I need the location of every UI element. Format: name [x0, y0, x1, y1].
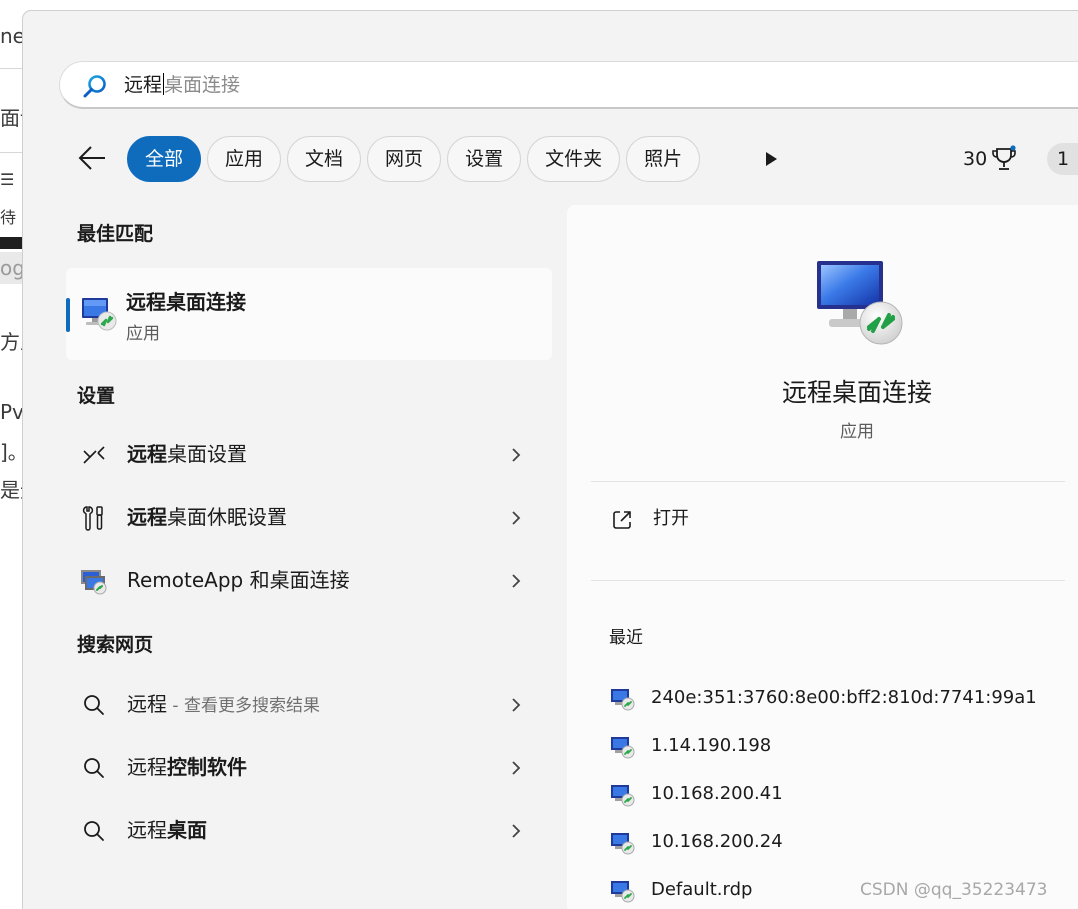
result-text: 远程: [127, 755, 167, 779]
best-match-item[interactable]: 远程桌面连接 应用: [66, 268, 552, 360]
trophy-icon[interactable]: [991, 145, 1017, 173]
match-highlight: 远程: [127, 442, 167, 466]
result-text: 桌面设置: [167, 442, 247, 466]
settings-result-item[interactable]: 远程桌面休眠设置: [66, 488, 552, 548]
chevron-right-icon: [512, 511, 521, 525]
rdp-file-icon: [611, 737, 635, 759]
open-label: 打开: [653, 508, 689, 529]
settings-heading: 设置: [77, 385, 116, 407]
recent-connection-label: 10.168.200.24: [651, 831, 783, 852]
tools-icon: [82, 506, 103, 531]
result-hint: - 查看更多搜索结果: [167, 696, 320, 716]
chevron-right-icon: [512, 574, 521, 588]
web-result-label: 远程控制软件: [127, 752, 247, 784]
filter-documents[interactable]: 文档: [287, 136, 362, 182]
recent-connection-label: Default.rdp: [651, 879, 753, 900]
recent-connection-item[interactable]: 10.168.200.41: [597, 775, 1057, 815]
recent-connection-item[interactable]: 240e:351:3760:8e00:bff2:810d:7741:99a1: [597, 679, 1057, 719]
match-highlight: 远程: [127, 505, 167, 529]
filter-folders[interactable]: 文件夹: [527, 136, 621, 182]
settings-result-label: RemoteApp 和桌面连接: [127, 565, 350, 595]
chevron-right-icon: [512, 761, 521, 775]
web-result-label: 远程 - 查看更多搜索结果: [127, 689, 320, 721]
detail-pane: 远程桌面连接 应用 打开 最近 240e:351:3760:8e00:bff2:…: [567, 205, 1078, 909]
divider: [591, 481, 1065, 482]
search-icon: [83, 75, 106, 98]
detail-app-name: 远程桌面连接: [781, 378, 932, 407]
chevron-right-icon: [512, 824, 521, 838]
remote-desktop-app-icon: [82, 298, 117, 331]
web-result-item[interactable]: 远程控制软件: [66, 738, 552, 798]
divider: [591, 580, 1065, 581]
back-arrow-icon[interactable]: [77, 144, 109, 172]
best-match-name: 远程桌面连接: [126, 290, 246, 314]
recent-heading: 最近: [609, 628, 643, 648]
filter-all[interactable]: 全部: [127, 136, 202, 182]
rdp-file-icon: [611, 785, 635, 807]
account-avatar[interactable]: 1: [1047, 143, 1078, 175]
remoteapp-icon: [81, 570, 107, 595]
web-result-item[interactable]: 远程桌面: [66, 801, 552, 861]
more-filters-play-icon[interactable]: [763, 151, 779, 167]
filter-photos[interactable]: 照片: [626, 136, 701, 182]
chevron-right-icon: [512, 698, 521, 712]
result-text: 远程: [127, 692, 167, 716]
detail-app-type: 应用: [840, 422, 874, 442]
search-icon: [84, 695, 104, 715]
search-query[interactable]: 远程 桌面连接: [124, 72, 240, 98]
watermark: CSDN @qq_35223473: [860, 880, 1048, 900]
remote-desktop-large-icon: [817, 261, 903, 345]
settings-result-item[interactable]: 远程桌面设置: [66, 425, 552, 485]
search-input[interactable]: 远程 桌面连接: [59, 61, 1078, 109]
result-text: 桌面休眠设置: [167, 505, 287, 529]
rdp-file-icon: [611, 881, 635, 903]
filter-settings[interactable]: 设置: [447, 136, 522, 182]
rewards-points: 30: [963, 148, 988, 170]
recent-connection-label: 10.168.200.41: [651, 783, 783, 804]
suggestion-highlight: 控制软件: [167, 755, 247, 779]
web-result-label: 远程桌面: [127, 815, 207, 847]
open-external-icon: [613, 511, 631, 529]
search-typed-text: 远程: [124, 74, 163, 96]
list-icon: ☰: [0, 170, 15, 189]
web-result-item[interactable]: 远程 - 查看更多搜索结果: [66, 675, 552, 735]
recent-connection-label: 1.14.190.198: [651, 735, 772, 756]
settings-result-label: 远程桌面休眠设置: [127, 502, 287, 532]
settings-result-item[interactable]: RemoteApp 和桌面连接: [66, 551, 552, 611]
best-match-type: 应用: [126, 324, 160, 344]
settings-result-label: 远程桌面设置: [127, 439, 247, 469]
result-text: RemoteApp 和桌面连接: [127, 568, 350, 592]
best-match-heading: 最佳匹配: [77, 223, 154, 245]
search-icon: [84, 758, 104, 778]
chevron-right-icon: [512, 448, 521, 462]
remote-desktop-settings-icon: [83, 446, 105, 464]
search-icon: [84, 821, 104, 841]
background-text: 待: [0, 208, 17, 227]
filter-web[interactable]: 网页: [367, 136, 442, 182]
selection-indicator: [66, 298, 70, 332]
filter-tabs: 全部 应用 文档 网页 设置 文件夹 照片: [127, 136, 701, 184]
open-action[interactable]: 打开: [597, 501, 997, 537]
search-suggestion-text: 桌面连接: [164, 74, 241, 96]
filter-apps[interactable]: 应用: [207, 136, 282, 182]
recent-connection-item[interactable]: 10.168.200.24: [597, 823, 1057, 863]
result-text: 远程: [127, 818, 167, 842]
recent-connection-item[interactable]: 1.14.190.198: [597, 727, 1057, 767]
suggestion-highlight: 桌面: [167, 818, 207, 842]
rdp-file-icon: [611, 833, 635, 855]
recent-connection-label: 240e:351:3760:8e00:bff2:810d:7741:99a1: [651, 687, 1037, 708]
search-panel: 远程桌面连接 全部 应用 文档 网页 设置 文件夹 照片 30 1 最佳匹配: [22, 10, 1078, 909]
web-search-heading: 搜索网页: [77, 634, 154, 656]
rdp-file-icon: [611, 689, 635, 711]
